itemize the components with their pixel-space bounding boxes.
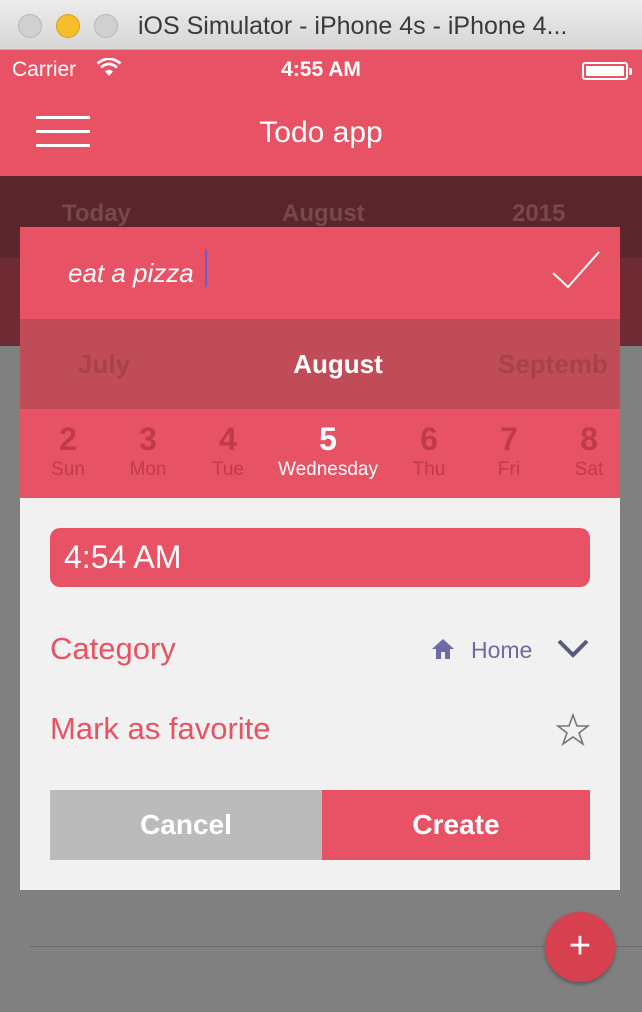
category-label: Category xyxy=(50,631,176,666)
checkmark-icon[interactable] xyxy=(550,249,602,291)
day-name: Sat xyxy=(574,459,604,480)
close-window-button[interactable] xyxy=(18,14,42,38)
cancel-button[interactable]: Cancel xyxy=(50,790,322,860)
task-input-row xyxy=(20,227,620,319)
day-item[interactable]: 8 Sat xyxy=(534,421,620,483)
month-next[interactable]: Septemb xyxy=(498,349,608,380)
window-title-bar: iOS Simulator - iPhone 4s - iPhone 4... xyxy=(0,0,642,50)
text-caret xyxy=(205,249,207,287)
window-title: iOS Simulator - iPhone 4s - iPhone 4... xyxy=(138,12,568,40)
nav-bar: Todo app xyxy=(0,90,642,176)
chevron-down-icon[interactable] xyxy=(556,637,590,659)
create-button[interactable]: Create xyxy=(322,790,590,860)
background-label-year: 2015 xyxy=(512,200,566,227)
category-value[interactable]: Home xyxy=(471,637,532,664)
simulator-window: iOS Simulator - iPhone 4s - iPhone 4... … xyxy=(0,0,642,1012)
plus-icon: + xyxy=(568,925,592,967)
status-time: 4:55 AM xyxy=(281,58,361,81)
task-title-input[interactable] xyxy=(68,253,508,293)
minimize-window-button[interactable] xyxy=(56,14,80,38)
month-picker[interactable]: July August Septemb xyxy=(20,319,620,409)
background-label-today: Today xyxy=(62,200,131,227)
zoom-window-button[interactable] xyxy=(94,14,118,38)
new-todo-dialog: July August Septemb 2 Sun 3 Mon 4 Tue 5 … xyxy=(20,227,620,890)
battery-icon xyxy=(582,62,632,80)
time-picker-field[interactable]: 4:54 AM xyxy=(50,528,590,587)
star-outline-icon[interactable] xyxy=(556,713,590,747)
background-label-month: August xyxy=(282,200,365,227)
page-title: Todo app xyxy=(259,116,383,149)
status-bar: Carrier 4:55 AM xyxy=(0,50,642,90)
add-todo-button[interactable]: + xyxy=(545,912,615,982)
day-number: 8 xyxy=(580,421,598,457)
day-picker[interactable]: 2 Sun 3 Mon 4 Tue 5 Wednesday 6 Thu 7 Fr… xyxy=(20,409,620,498)
home-icon[interactable] xyxy=(430,637,456,661)
favorite-label: Mark as favorite xyxy=(50,711,271,746)
